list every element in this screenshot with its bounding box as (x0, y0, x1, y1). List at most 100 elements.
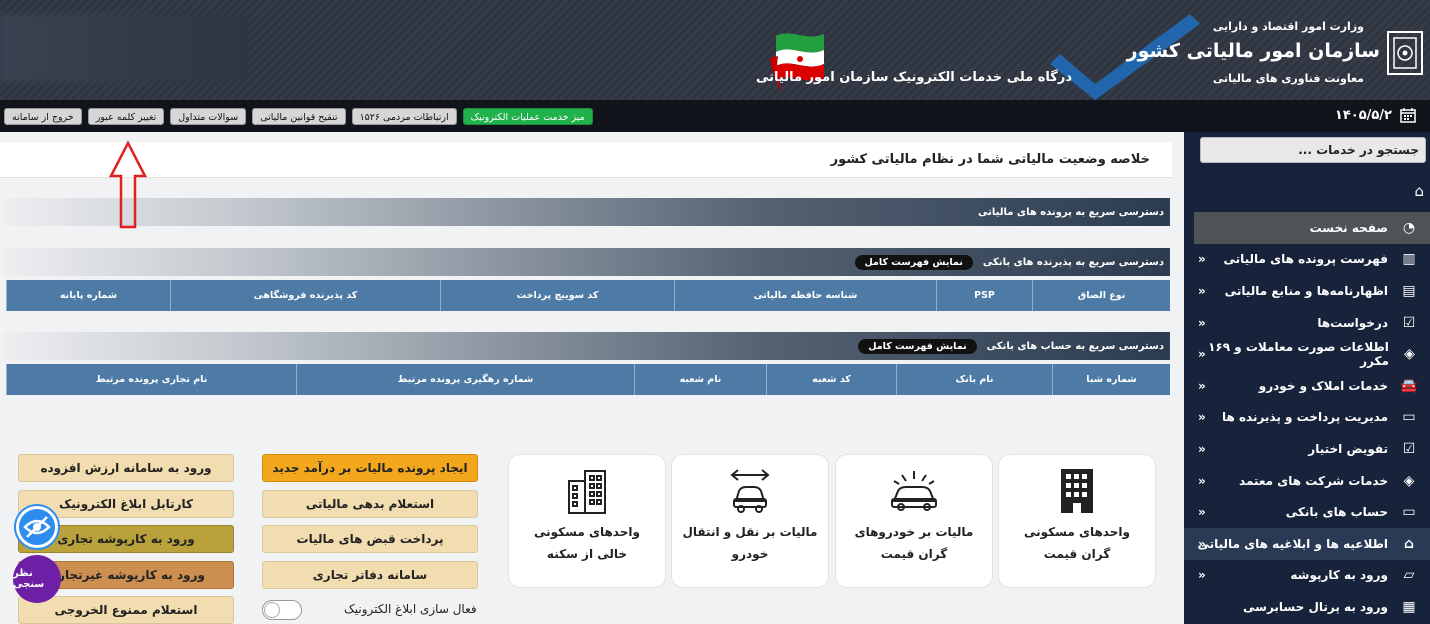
sidebar-item-requests[interactable]: ☑ درخواست‌ها « (1184, 307, 1430, 339)
commercial-books-button[interactable]: سامانه دفاتر تجاری (262, 561, 478, 589)
toolbar-buttons: خروج از سامانه تغییر کلمه عبور سوالات مت… (4, 108, 593, 125)
sidebar-item-trusted-companies[interactable]: ◈ خدمات شرکت های معتمد « (1184, 465, 1430, 497)
section-tax-files: دسترسی سریع به پرونده های مالیاتی (4, 198, 1170, 226)
show-full-list-button[interactable]: نمایش فهرست کامل (854, 254, 973, 270)
chevron-left-icon: « (1198, 536, 1206, 551)
column-header[interactable]: شماره شبا (1052, 364, 1170, 395)
top-toolbar: خروج از سامانه تغییر کلمه عبور سوالات مت… (0, 100, 1430, 132)
tax-organization-logo-icon (1387, 31, 1423, 75)
change-password-button[interactable]: تغییر کلمه عبور (87, 108, 165, 125)
chevron-left-icon: « (1198, 410, 1206, 425)
e-notice-toggle[interactable] (262, 600, 302, 620)
chevron-left-icon: « (1198, 505, 1206, 520)
sidebar-item-home[interactable]: ◔ صفحه نخست (1194, 212, 1430, 244)
pay-tax-bills-button[interactable]: پرداخت قبض های مالیات (262, 525, 478, 553)
sidebar-item-payments[interactable]: ▭ مدیریت پرداخت و پذیرنده ها « (1184, 402, 1430, 434)
document-icon: ▤ (1402, 282, 1416, 299)
deputy-name: معاونت فناوری های مالیاتی (1212, 72, 1364, 85)
sidebar-item-transactions[interactable]: ◈ اطلاعات صورت معاملات و ۱۶۹ مکرر « (1184, 338, 1430, 370)
card-luxury-cars[interactable]: مالیات بر خودروهای گران قیمت (835, 454, 993, 588)
chevron-left-icon: « (1198, 378, 1206, 393)
section-title: دسترسی سریع به حساب های بانکی (986, 340, 1164, 352)
sidebar-item-notices[interactable]: ⌂ اطلاعیه ها و ابلاغیه های مالیاتی « (1184, 527, 1430, 560)
section-bank-acceptors: دسترسی سریع به پذیرنده های بانکی نمایش ف… (4, 248, 1170, 276)
show-full-list-button[interactable]: نمایش فهرست کامل (858, 338, 977, 354)
survey-button[interactable]: نظر سنجی (13, 555, 61, 603)
accounts-table-header: شماره شبا نام بانک کد شعبه نام شعبه شمار… (6, 364, 1170, 395)
card-label: مالیات بر خودروهای گران قیمت (836, 521, 992, 565)
column-header[interactable]: نام بانک (896, 364, 1052, 395)
sidebar-item-label: صفحه نخست (1309, 220, 1388, 235)
page-title-bar: خلاصه وضعیت مالیاتی شما در نظام مالیاتی … (0, 142, 1172, 178)
column-header[interactable]: کد پذیرنده فروشگاهی (170, 280, 440, 311)
vat-system-button[interactable]: ورود به سامانه ارزش افزوده (18, 454, 234, 482)
eye-off-icon (23, 516, 51, 538)
column-header[interactable]: نوع الصاق (1032, 280, 1170, 311)
sidebar-item-label: اطلاعیه ها و ابلاغیه های مالیاتی (1197, 536, 1389, 551)
handshake-icon: ◈ (1404, 346, 1415, 363)
chevron-left-icon: « (1198, 441, 1206, 456)
column-header[interactable]: نام تجاری پرونده مرتبط (6, 364, 296, 395)
services-search-input[interactable] (1200, 137, 1426, 163)
credit-card-icon: ▭ (1402, 504, 1416, 521)
credit-card-icon: ▭ (1402, 409, 1416, 426)
column-header[interactable]: کد شعبه (766, 364, 896, 395)
exit-ban-inquiry-button[interactable]: استعلام ممنوع الخروجی (18, 596, 234, 624)
date-display: ۱۴۰۵/۵/۲ (1335, 107, 1416, 123)
card-label-line: خالی از سکنه (546, 547, 628, 561)
sidebar-item-label: اطلاعات صورت معاملات و ۱۶۹ مکرر (1208, 340, 1389, 369)
column-header[interactable]: شماره پایانه (6, 280, 170, 311)
e-services-desk-button[interactable]: میز خدمت عملیات الکترونیک (462, 108, 593, 125)
accessibility-eye-button[interactable] (16, 506, 58, 548)
sidebar-item-label: درخواست‌ها (1317, 315, 1388, 330)
card-vacant-housing[interactable]: واحدهای مسکونی خالی از سکنه (508, 454, 666, 588)
acceptors-table-header: نوع الصاق PSP شناسه حافظه مالیاتی کد سوی… (6, 280, 1170, 311)
chevron-left-icon: « (1198, 252, 1206, 267)
public-relations-button[interactable]: ارتباطات مردمی ۱۵۲۶ (351, 108, 457, 125)
new-income-tax-file-button[interactable]: ایجاد پرونده مالیات بر درآمد جدید (262, 454, 478, 482)
column-header[interactable]: شماره رهگیری پرونده مرتبط (296, 364, 634, 395)
sidebar-item-property-car[interactable]: 🚘 خدمات املاک و خودرو « (1184, 370, 1430, 402)
blurred-user-area (0, 14, 250, 82)
chevron-left-icon: « (1198, 568, 1206, 583)
tax-laws-button[interactable]: تنقیح قوانین مالیاتی (252, 108, 346, 125)
card-label-line: خودرو (731, 547, 769, 561)
column-header[interactable]: نام شعبه (634, 364, 766, 395)
card-car-transfer[interactable]: مالیات بر نقل و انتقال خودرو (671, 454, 829, 588)
card-label-line: مالیات بر نقل و انتقال (682, 525, 818, 539)
card-label-line: مالیات بر خودروهای (854, 525, 974, 539)
column-header[interactable]: شناسه حافظه مالیاتی (674, 280, 936, 311)
card-label: مالیات بر نقل و انتقال خودرو (672, 521, 828, 565)
toggle-knob (264, 602, 280, 618)
sidebar-item-workfolder[interactable]: ▱ ورود به کارپوشه « (1184, 560, 1430, 592)
sidebar-item-delegation[interactable]: ☑ تفویض اختیار « (1184, 433, 1430, 465)
sidebar-item-audit-portal[interactable]: ▦ ورود به پرتال حسابرسی (1184, 591, 1430, 623)
annotation-arrow-up-icon (108, 140, 148, 229)
ministry-name: وزارت امور اقتصاد و دارایی (1212, 20, 1364, 33)
tax-debt-inquiry-button[interactable]: استعلام بدهی مالیاتی (262, 490, 478, 518)
chevron-left-icon: « (1198, 347, 1206, 362)
column-header[interactable]: کد سوییچ پرداخت (440, 280, 674, 311)
page-title: خلاصه وضعیت مالیاتی شما در نظام مالیاتی … (830, 152, 1150, 167)
section-title: دسترسی سریع به پذیرنده های بانکی (982, 256, 1164, 268)
faq-button[interactable]: سوالات متداول (170, 108, 247, 125)
car-icon: 🚘 (1400, 377, 1418, 394)
sidebar-item-declarations[interactable]: ▤ اظهارنامه‌ها و منابع مالیاتی « (1184, 275, 1430, 307)
column-header[interactable]: PSP (936, 280, 1032, 311)
card-label-line: واحدهای مسکونی (1024, 525, 1130, 539)
logout-button[interactable]: خروج از سامانه (4, 108, 82, 125)
books-icon: ▥ (1402, 251, 1416, 268)
building-icon (1061, 469, 1093, 513)
section-bank-accounts: دسترسی سریع به حساب های بانکی نمایش فهرس… (4, 332, 1170, 360)
clipboard-check-icon: ☑ (1402, 440, 1416, 457)
card-label-line: واحدهای مسکونی (534, 525, 640, 539)
dashboard-icon: ◔ (1402, 219, 1416, 236)
sidebar-item-label: ورود به کارپوشه (1290, 568, 1388, 583)
top-header: درگاه ملی خدمات الکترونیک سازمان امور ما… (0, 0, 1430, 100)
sidebar-item-tax-files[interactable]: ▥ فهرست پرونده های مالیاتی « (1184, 244, 1430, 276)
folder-icon: ▱ (1403, 567, 1415, 584)
current-date: ۱۴۰۵/۵/۲ (1334, 107, 1392, 123)
card-expensive-housing[interactable]: واحدهای مسکونی گران قیمت (998, 454, 1156, 588)
home-icon[interactable]: ⌂ (1414, 182, 1424, 200)
sidebar-item-bank-accounts[interactable]: ▭ حساب های بانکی « (1184, 496, 1430, 528)
